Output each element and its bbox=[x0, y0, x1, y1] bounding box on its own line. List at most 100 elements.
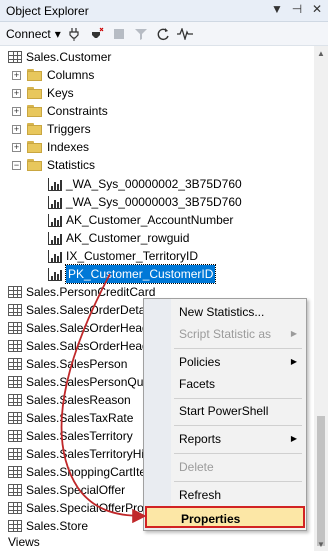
tree-node-label: PK_Customer_CustomerID bbox=[64, 264, 217, 284]
tree-node-table[interactable]: Sales.SalesTaxRate bbox=[8, 409, 133, 427]
tree-node-statistic[interactable]: AK_Customer_AccountNumber bbox=[48, 211, 233, 229]
tree-node-table[interactable]: Sales.PersonCreditCard bbox=[8, 283, 155, 301]
tree-node-table[interactable]: Sales.ShoppingCartIte bbox=[8, 463, 146, 481]
folder-icon bbox=[27, 141, 43, 153]
table-icon bbox=[8, 376, 22, 388]
table-icon bbox=[8, 286, 22, 298]
tree-node-label: Constraints bbox=[47, 104, 108, 118]
scrollbar-thumb[interactable] bbox=[317, 416, 325, 546]
tree-node-table[interactable]: Sales.SalesTerritoryHis bbox=[8, 445, 150, 463]
collapse-icon[interactable]: − bbox=[12, 160, 21, 170]
statistic-icon bbox=[48, 177, 62, 191]
menu-item-label: Start PowerShell bbox=[179, 404, 269, 418]
tree-node-label: Sales.Store bbox=[26, 519, 89, 533]
tree-node-label: AK_Customer_rowguid bbox=[66, 231, 190, 245]
tree-node-label: Sales.SalesOrderHead bbox=[26, 321, 149, 335]
statistic-icon bbox=[48, 231, 62, 245]
statistic-icon bbox=[48, 213, 62, 227]
table-icon bbox=[8, 340, 22, 352]
tree-node-label: Columns bbox=[47, 68, 95, 82]
menu-item-new-statistics[interactable]: New Statistics... bbox=[145, 301, 305, 323]
table-icon bbox=[8, 412, 22, 424]
tree-folder-columns[interactable]: + Columns bbox=[12, 66, 94, 84]
menu-item-refresh[interactable]: Refresh bbox=[145, 484, 305, 506]
tree-node-statistic[interactable]: IX_Customer_TerritoryID bbox=[48, 247, 198, 265]
connect-button[interactable]: Connect ▾ bbox=[6, 27, 61, 41]
tree-node-label: _WA_Sys_00000002_3B75D760 bbox=[66, 177, 242, 191]
tree-node-table[interactable]: Sales.SalesOrderDetail bbox=[8, 301, 151, 319]
tree-node-label: Sales.SalesOrderDetail bbox=[26, 303, 151, 317]
tree-node-table[interactable]: Sales.SalesOrderHead bbox=[8, 337, 149, 355]
menu-item-label: Script Statistic as bbox=[179, 327, 272, 341]
tree-node-statistic-selected[interactable]: PK_Customer_CustomerID bbox=[48, 264, 217, 284]
expand-icon[interactable]: + bbox=[12, 88, 21, 98]
tree-node-label: Sales.PersonCreditCard bbox=[26, 285, 156, 299]
connect-plug-icon[interactable] bbox=[67, 26, 83, 42]
object-explorer-titlebar: Object Explorer ▼ ⊣ ✕ bbox=[0, 0, 328, 22]
folder-icon bbox=[27, 87, 43, 99]
menu-separator bbox=[174, 453, 302, 454]
scroll-up-icon[interactable]: ▲ bbox=[314, 46, 328, 60]
table-icon bbox=[8, 502, 22, 514]
expand-icon[interactable]: + bbox=[12, 106, 21, 116]
tree-node-table[interactable]: Sales.SpecialOfferProd bbox=[8, 499, 151, 517]
activity-monitor-icon[interactable] bbox=[176, 26, 193, 42]
panel-title: Object Explorer bbox=[6, 4, 89, 18]
tree-folder-indexes[interactable]: + Indexes bbox=[12, 138, 89, 156]
stop-icon[interactable] bbox=[111, 26, 127, 42]
menu-item-properties[interactable]: Properties bbox=[145, 506, 305, 528]
menu-item-policies[interactable]: Policies ▶ bbox=[145, 351, 305, 373]
menu-item-reports[interactable]: Reports ▶ bbox=[145, 428, 305, 450]
menu-item-label: Facets bbox=[179, 377, 216, 391]
menu-item-label: Reports bbox=[179, 432, 222, 446]
tree-node-table[interactable]: Sales.SpecialOffer bbox=[8, 481, 125, 499]
tree-node-statistic[interactable]: _WA_Sys_00000003_3B75D760 bbox=[48, 193, 242, 211]
tree-node-table[interactable]: Sales.SalesOrderHead bbox=[8, 319, 149, 337]
menu-item-delete[interactable]: Delete bbox=[145, 456, 305, 478]
tree-node-label: Keys bbox=[47, 86, 74, 100]
tree-node-label: _WA_Sys_00000003_3B75D760 bbox=[66, 195, 242, 209]
submenu-arrow-icon: ▶ bbox=[290, 357, 297, 366]
tree-node-table[interactable]: Sales.SalesPerson bbox=[8, 355, 127, 373]
tree-node-table[interactable]: Sales.Store bbox=[8, 517, 88, 535]
chevron-down-icon: ▾ bbox=[54, 26, 61, 41]
vertical-scrollbar[interactable]: ▲ ▼ bbox=[314, 46, 328, 551]
folder-icon bbox=[27, 159, 43, 171]
window-position-dropdown-icon[interactable]: ▼ bbox=[270, 2, 284, 16]
menu-item-label: New Statistics... bbox=[179, 305, 265, 319]
expand-icon[interactable]: + bbox=[12, 124, 21, 134]
tree-folder-constraints[interactable]: + Constraints bbox=[12, 102, 108, 120]
tree-folder-triggers[interactable]: + Triggers bbox=[12, 120, 91, 138]
submenu-arrow-icon: ▶ bbox=[290, 329, 297, 338]
tree-folder-views[interactable]: Views bbox=[0, 534, 328, 551]
statistic-icon bbox=[48, 195, 62, 209]
menu-item-label: Policies bbox=[179, 355, 221, 369]
tree-node-statistic[interactable]: _WA_Sys_00000002_3B75D760 bbox=[48, 175, 242, 193]
tree-node-table[interactable]: Sales.Customer bbox=[8, 48, 111, 66]
tree-node-statistic[interactable]: AK_Customer_rowguid bbox=[48, 229, 189, 247]
disconnect-icon[interactable] bbox=[89, 26, 105, 42]
refresh-icon[interactable] bbox=[155, 26, 171, 42]
statistic-icon bbox=[48, 267, 62, 281]
table-icon bbox=[8, 484, 22, 496]
tree-node-label: Sales.SalesReason bbox=[26, 393, 131, 407]
tree-node-label: Sales.ShoppingCartIte bbox=[26, 465, 147, 479]
tree-node-label: AK_Customer_AccountNumber bbox=[66, 213, 234, 227]
tree-node-table[interactable]: Sales.SalesTerritory bbox=[8, 427, 133, 445]
expand-icon[interactable]: + bbox=[12, 70, 21, 80]
context-menu: New Statistics... Script Statistic as ▶ P… bbox=[143, 298, 307, 531]
pin-icon[interactable]: ⊣ bbox=[290, 2, 304, 16]
connect-label: Connect bbox=[6, 26, 51, 41]
tree-folder-statistics[interactable]: − Statistics bbox=[12, 156, 95, 174]
close-icon[interactable]: ✕ bbox=[310, 2, 324, 16]
menu-item-facets[interactable]: Facets bbox=[145, 373, 305, 395]
tree-folder-keys[interactable]: + Keys bbox=[12, 84, 74, 102]
tree-node-table[interactable]: Sales.SalesReason bbox=[8, 391, 131, 409]
menu-item-script-statistic-as[interactable]: Script Statistic as ▶ bbox=[145, 323, 305, 345]
filter-icon[interactable] bbox=[133, 26, 149, 42]
menu-item-start-powershell[interactable]: Start PowerShell bbox=[145, 400, 305, 422]
tree-node-label: Sales.SalesTerritory bbox=[26, 429, 133, 443]
tree-node-table[interactable]: Sales.SalesPersonQuo bbox=[8, 373, 150, 391]
expand-icon[interactable]: + bbox=[12, 142, 21, 152]
table-icon bbox=[8, 51, 22, 63]
